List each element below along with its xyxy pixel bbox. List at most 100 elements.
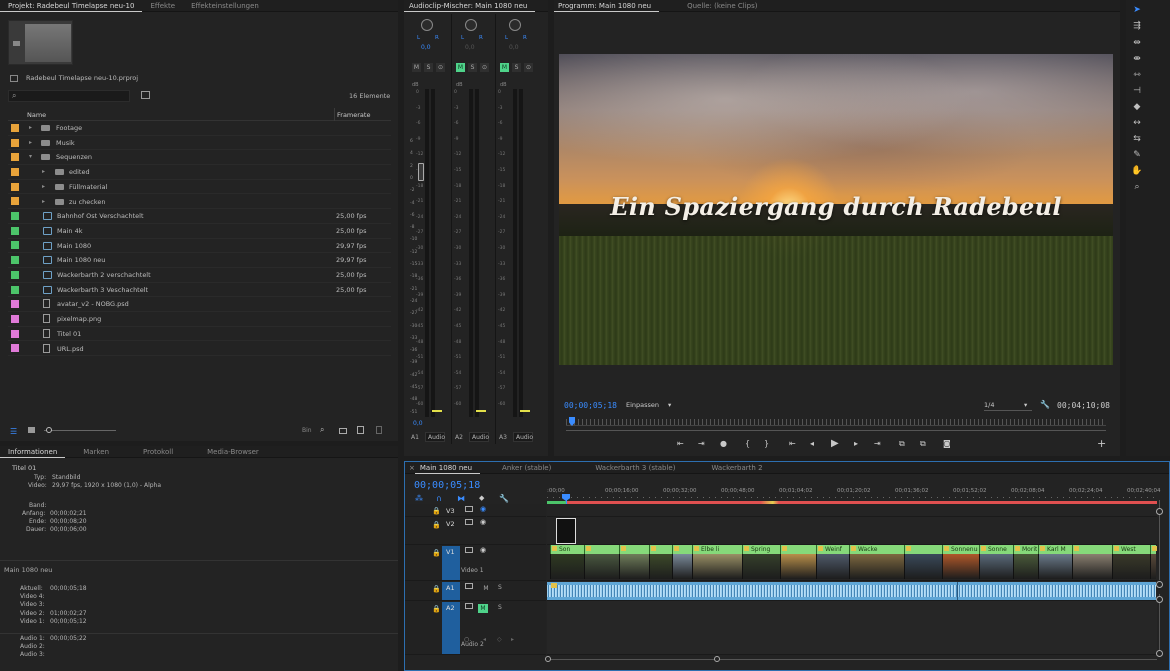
mark-out-icon[interactable]: ⇥: [698, 439, 705, 448]
nest-icon[interactable]: ⁂: [415, 494, 423, 503]
mute-button[interactable]: M: [456, 63, 465, 72]
search-field[interactable]: ⌕: [8, 90, 130, 102]
toggle-sync-lock-icon[interactable]: [465, 583, 473, 589]
toggle-sync-lock-icon[interactable]: [465, 603, 473, 609]
keyframe-nav-icon[interactable]: ○.: [464, 636, 471, 643]
go-to-in-icon[interactable]: {: [745, 439, 750, 448]
go-to-end-icon[interactable]: ⇥: [874, 439, 881, 448]
monitor-zoom-bar[interactable]: [566, 430, 1106, 431]
program-timecode[interactable]: 00;00;05;18: [564, 401, 617, 410]
vscroll-audio-handle-bottom[interactable]: [1156, 650, 1163, 657]
go-to-out-icon[interactable]: }: [764, 439, 769, 448]
tab-seq-anker[interactable]: Anker (stable): [494, 462, 559, 474]
horizontal-scrollbar[interactable]: [547, 659, 1157, 660]
tab-seq-main[interactable]: Main 1080 neu: [414, 462, 481, 474]
linked-selection-icon[interactable]: ⧓: [457, 494, 465, 503]
project-list-item[interactable]: avatar_v2 - NOBG.psd: [8, 297, 391, 313]
label-color-swatch[interactable]: [11, 212, 19, 221]
extract-icon[interactable]: ⧉: [920, 439, 926, 449]
go-to-start-icon[interactable]: ⇤: [789, 439, 796, 448]
timeline-settings-icon[interactable]: 🔧: [499, 494, 509, 503]
add-marker-icon[interactable]: ●: [720, 439, 727, 448]
label-color-swatch[interactable]: [11, 344, 19, 353]
solo-button[interactable]: S: [468, 63, 477, 72]
vscroll-audio-handle-top[interactable]: [1156, 596, 1163, 603]
label-color-swatch[interactable]: [11, 241, 19, 250]
label-color-swatch[interactable]: [11, 197, 19, 206]
zoom-slider[interactable]: [44, 427, 116, 433]
track-lane[interactable]: [547, 517, 1157, 545]
chevron-right-icon[interactable]: ▸: [42, 183, 45, 190]
chevron-right-icon[interactable]: ▸: [29, 139, 32, 146]
project-list-item[interactable]: ▾ Sequenzen: [8, 150, 391, 166]
resolution-dropdown[interactable]: 1/4 ▾: [984, 401, 1032, 411]
zoom-slider-handle[interactable]: [46, 427, 52, 433]
toggle-sync-lock-icon[interactable]: [465, 506, 473, 512]
razor-tool-icon[interactable]: ⊣: [1131, 85, 1143, 97]
track-select-tool-icon[interactable]: ⇶: [1131, 20, 1143, 32]
vscroll-handle-top[interactable]: [1156, 508, 1163, 515]
col-framerate-header[interactable]: Framerate: [337, 111, 370, 119]
solo-button[interactable]: S: [512, 63, 521, 72]
tab-history[interactable]: Protokoll: [135, 446, 181, 458]
tab-audio-mixer[interactable]: Audioclip-Mischer: Main 1080 neu: [404, 0, 536, 12]
eye-icon[interactable]: ◉: [480, 505, 486, 513]
vscroll-handle-bottom[interactable]: [1156, 581, 1163, 588]
new-bin-bottom-icon[interactable]: [339, 428, 347, 434]
record-button[interactable]: ⊙: [480, 63, 489, 72]
new-bin-icon[interactable]: [141, 91, 150, 99]
lock-icon[interactable]: 🔒: [432, 585, 441, 593]
label-color-swatch[interactable]: [11, 182, 19, 191]
timeline-timecode[interactable]: 00;00;05;18: [414, 480, 480, 491]
play-icon[interactable]: ▶: [831, 438, 839, 449]
solo-button[interactable]: S: [498, 584, 502, 591]
mute-button[interactable]: M: [500, 63, 509, 72]
chevron-right-icon[interactable]: ▸: [42, 168, 45, 175]
new-item-icon[interactable]: [357, 426, 364, 434]
label-color-swatch[interactable]: [11, 153, 19, 162]
pan-knob[interactable]: [465, 19, 477, 31]
toggle-sync-lock-icon[interactable]: [465, 547, 473, 553]
lock-icon[interactable]: 🔒: [432, 521, 441, 529]
zoom-tool-icon[interactable]: ⌕: [1131, 181, 1143, 193]
solo-button[interactable]: S: [424, 63, 433, 72]
eye-icon[interactable]: ◉: [480, 518, 486, 526]
project-list-item[interactable]: Bahnhof Ost Verschachtelt 25,00 fps: [8, 209, 391, 224]
project-list-item[interactable]: pixelmap.png: [8, 312, 391, 327]
solo-button[interactable]: S: [498, 604, 502, 611]
selection-tool-icon[interactable]: ➤: [1131, 4, 1143, 16]
label-color-swatch[interactable]: [11, 138, 19, 147]
monitor-playhead[interactable]: [569, 417, 575, 426]
scrollbar-handle-left[interactable]: [545, 656, 551, 662]
mark-in-icon[interactable]: ⇤: [677, 439, 684, 448]
tab-source[interactable]: Quelle: (keine Clips): [679, 0, 765, 12]
lift-icon[interactable]: ⧉: [899, 439, 905, 449]
track-lane[interactable]: [547, 504, 1157, 517]
scrollbar-handle-right[interactable]: [714, 656, 720, 662]
lock-icon[interactable]: 🔒: [432, 507, 441, 515]
tab-effects[interactable]: Effekte: [142, 0, 183, 12]
label-color-swatch[interactable]: [11, 256, 19, 265]
slip-tool-icon[interactable]: ↔: [1131, 117, 1143, 129]
hand-tool-icon[interactable]: ✋: [1131, 165, 1143, 177]
eye-icon[interactable]: ◉: [480, 546, 486, 554]
mute-button[interactable]: M: [412, 63, 421, 72]
find-icon[interactable]: ⌕: [320, 425, 324, 435]
add-keyframe-icon[interactable]: ◇: [497, 636, 502, 643]
rate-stretch-tool-icon[interactable]: ⇿: [1131, 69, 1143, 81]
toggle-sync-lock-icon[interactable]: [465, 519, 473, 525]
mute-button[interactable]: M: [481, 584, 491, 593]
project-list-item[interactable]: Titel 01: [8, 327, 391, 342]
chevron-right-icon[interactable]: ▸: [29, 124, 32, 131]
project-list-item[interactable]: ▸ Footage: [8, 121, 391, 136]
trash-icon[interactable]: [376, 426, 382, 434]
project-list-item[interactable]: Main 1080 neu 29,97 fps: [8, 253, 391, 268]
tab-info[interactable]: Informationen: [0, 446, 66, 458]
project-list-item[interactable]: ▸ Musik: [8, 136, 391, 151]
project-list-item[interactable]: ▸ zu checken: [8, 195, 391, 210]
step-forward-icon[interactable]: ▸: [854, 439, 858, 448]
tab-markers[interactable]: Marken: [75, 446, 117, 458]
add-marker-timeline-icon[interactable]: ◆: [479, 494, 484, 502]
project-list-item[interactable]: Main 4k 25,00 fps: [8, 224, 391, 239]
chevron-right-icon[interactable]: ▸: [42, 198, 45, 205]
